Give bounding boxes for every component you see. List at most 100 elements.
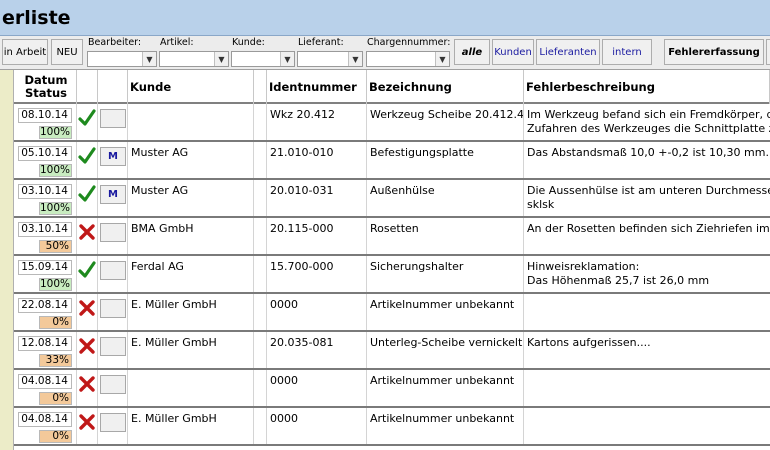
artikel-select[interactable]: ▼ bbox=[159, 51, 229, 67]
identnummer-cell[interactable]: 20.035-081 bbox=[267, 332, 367, 368]
identnummer-cell[interactable]: 0000 bbox=[267, 408, 367, 444]
kunde-cell[interactable] bbox=[128, 104, 254, 140]
datum-field[interactable]: 03.10.14 bbox=[18, 222, 72, 237]
table-row[interactable]: 12.08.14 33% E. Müller GmbH 20.035-081 U… bbox=[14, 332, 770, 370]
kunde-cell[interactable] bbox=[128, 370, 254, 406]
cross-icon bbox=[78, 299, 96, 317]
bezeichnung-cell[interactable]: Unterleg-Scheibe vernickelt bbox=[367, 332, 524, 368]
chevron-down-icon[interactable]: ▼ bbox=[348, 52, 362, 66]
chevron-down-icon[interactable]: ▼ bbox=[435, 52, 449, 66]
toolbar: in Arbeit NEU Bearbeiter: ▼ Artikel: ▼ K… bbox=[0, 36, 770, 70]
fehlerbeschreibung-cell[interactable]: Im Werkzeug befand sich ein Fremdkörper,… bbox=[524, 104, 770, 140]
m-button[interactable] bbox=[100, 109, 126, 128]
fehlerbeschreibung-cell[interactable]: Die Aussenhülse ist am unteren Durchmess… bbox=[524, 180, 770, 216]
identnummer-cell[interactable]: 21.010-010 bbox=[267, 142, 367, 178]
bezeichnung-cell[interactable]: Außenhülse bbox=[367, 180, 524, 216]
kunde-cell[interactable]: Muster AG bbox=[128, 142, 254, 178]
table-row[interactable]: 03.10.14 50% BMA GmbH 20.115-000 Rosette… bbox=[14, 218, 770, 256]
m-button[interactable] bbox=[100, 261, 126, 280]
m-button[interactable]: M bbox=[100, 147, 126, 166]
datum-status-cell: 03.10.14 100% bbox=[14, 180, 77, 216]
header-identnummer: Identnummer bbox=[267, 70, 367, 104]
bezeichnung-cell[interactable]: Artikelnummer unbekannt bbox=[367, 408, 524, 444]
m-button[interactable] bbox=[100, 413, 126, 432]
fehlerbeschreibung-cell[interactable]: An der Rosetten befinden sich Ziehriefen… bbox=[524, 218, 770, 254]
kunde-cell[interactable]: Muster AG bbox=[128, 180, 254, 216]
intern-button[interactable]: intern bbox=[602, 39, 652, 65]
bezeichnung-cell[interactable]: Artikelnummer unbekannt bbox=[367, 294, 524, 330]
m-button[interactable] bbox=[100, 223, 126, 242]
identnummer-cell[interactable]: 20.115-000 bbox=[267, 218, 367, 254]
m-button[interactable] bbox=[100, 337, 126, 356]
bezeichnung-cell[interactable]: Sicherungshalter bbox=[367, 256, 524, 292]
bearbeiter-select[interactable]: ▼ bbox=[87, 51, 157, 67]
chevron-down-icon[interactable]: ▼ bbox=[280, 52, 294, 66]
kunde-cell[interactable]: Ferdal AG bbox=[128, 256, 254, 292]
chevron-down-icon[interactable]: ▼ bbox=[142, 52, 156, 66]
datum-field[interactable]: 12.08.14 bbox=[18, 336, 72, 351]
cross-icon bbox=[78, 223, 96, 241]
table-row[interactable]: 04.08.14 0% 0000 Artikelnummer unbekannt bbox=[14, 370, 770, 408]
cross-icon bbox=[78, 337, 96, 355]
status-cell bbox=[77, 370, 98, 406]
fehlerbeschreibung-cell[interactable] bbox=[524, 408, 770, 444]
kunde-select[interactable]: ▼ bbox=[231, 51, 295, 67]
identnummer-cell[interactable]: 15.700-000 bbox=[267, 256, 367, 292]
in-arbeit-button[interactable]: in Arbeit bbox=[2, 39, 48, 65]
datum-field[interactable]: 03.10.14 bbox=[18, 184, 72, 199]
datum-field[interactable]: 22.08.14 bbox=[18, 298, 72, 313]
bezeichnung-cell[interactable]: Artikelnummer unbekannt bbox=[367, 370, 524, 406]
datum-field[interactable]: 04.08.14 bbox=[18, 374, 72, 389]
identnummer-cell[interactable]: Wkz 20.412 bbox=[267, 104, 367, 140]
bezeichnung-cell[interactable]: Rosetten bbox=[367, 218, 524, 254]
bezeichnung-cell[interactable]: Werkzeug Scheibe 20.412.4A bbox=[367, 104, 524, 140]
datum-field[interactable]: 05.10.14 bbox=[18, 146, 72, 161]
cross-icon bbox=[78, 375, 96, 393]
table-row[interactable]: 08.10.14 100% Wkz 20.412 Werkzeug Scheib… bbox=[14, 104, 770, 142]
alle-button[interactable]: alle bbox=[454, 39, 490, 65]
fehlerbeschreibung-line-1: An der Rosetten befinden sich Ziehriefen… bbox=[527, 222, 770, 235]
kunde-cell[interactable]: E. Müller GmbH bbox=[128, 294, 254, 330]
record-selector-column[interactable] bbox=[0, 70, 14, 450]
neu-button[interactable]: NEU bbox=[51, 39, 83, 65]
identnummer-cell[interactable]: 0000 bbox=[267, 370, 367, 406]
checkmark-icon bbox=[78, 261, 96, 279]
fehlerbeschreibung-cell[interactable]: Hinweisreklamation: Das Höhenmaß 25,7 is… bbox=[524, 256, 770, 292]
status-cell bbox=[77, 180, 98, 216]
fehlerbeschreibung-cell[interactable]: Das Abstandsmaß 10,0 +-0,2 ist 10,30 mm. bbox=[524, 142, 770, 178]
datum-status-cell: 05.10.14 100% bbox=[14, 142, 77, 178]
table-row[interactable]: 03.10.14 100% M Muster AG 20.010-031 Auß… bbox=[14, 180, 770, 218]
chargennummer-select[interactable]: ▼ bbox=[366, 51, 450, 67]
datum-field[interactable]: 04.08.14 bbox=[18, 412, 72, 427]
bezeichnung-cell[interactable]: Befestigungsplatte bbox=[367, 142, 524, 178]
fehlererfassung-button[interactable]: Fehlererfassung bbox=[664, 39, 764, 65]
datum-field[interactable]: 15.09.14 bbox=[18, 260, 72, 275]
identnummer-cell[interactable]: 20.010-031 bbox=[267, 180, 367, 216]
fehlerbeschreibung-cell[interactable]: Kartons aufgerissen.... bbox=[524, 332, 770, 368]
kunden-button[interactable]: Kunden bbox=[492, 39, 534, 65]
fehlerbeschreibung-cell[interactable] bbox=[524, 370, 770, 406]
lieferanten-button[interactable]: Lieferanten bbox=[536, 39, 600, 65]
status-cell bbox=[77, 256, 98, 292]
table-row[interactable]: 04.08.14 0% E. Müller GmbH 0000 Artikeln… bbox=[14, 408, 770, 446]
filter-label-bearbeiter: Bearbeiter: bbox=[88, 37, 142, 48]
m-button[interactable]: M bbox=[100, 185, 126, 204]
table-row[interactable]: 22.08.14 0% E. Müller GmbH 0000 Artikeln… bbox=[14, 294, 770, 332]
header-bezeichnung: Bezeichnung bbox=[367, 70, 524, 104]
fehlerbeschreibung-cell[interactable] bbox=[524, 294, 770, 330]
header-kunde: Kunde bbox=[128, 70, 254, 104]
kunde-cell[interactable]: E. Müller GmbH bbox=[128, 332, 254, 368]
datum-field[interactable]: 08.10.14 bbox=[18, 108, 72, 123]
kunde-cell[interactable]: E. Müller GmbH bbox=[128, 408, 254, 444]
table-row[interactable]: 05.10.14 100% M Muster AG 21.010-010 Bef… bbox=[14, 142, 770, 180]
m-button[interactable] bbox=[100, 299, 126, 318]
table-row[interactable]: 15.09.14 100% Ferdal AG 15.700-000 Siche… bbox=[14, 256, 770, 294]
identnummer-cell[interactable]: 0000 bbox=[267, 294, 367, 330]
kunde-cell[interactable]: BMA GmbH bbox=[128, 218, 254, 254]
toolbar-overflow-button[interactable] bbox=[766, 39, 770, 65]
lieferant-select[interactable]: ▼ bbox=[297, 51, 363, 67]
chevron-down-icon[interactable]: ▼ bbox=[214, 52, 228, 66]
m-cell: M bbox=[98, 180, 128, 216]
status-cell bbox=[77, 104, 98, 140]
m-button[interactable] bbox=[100, 375, 126, 394]
